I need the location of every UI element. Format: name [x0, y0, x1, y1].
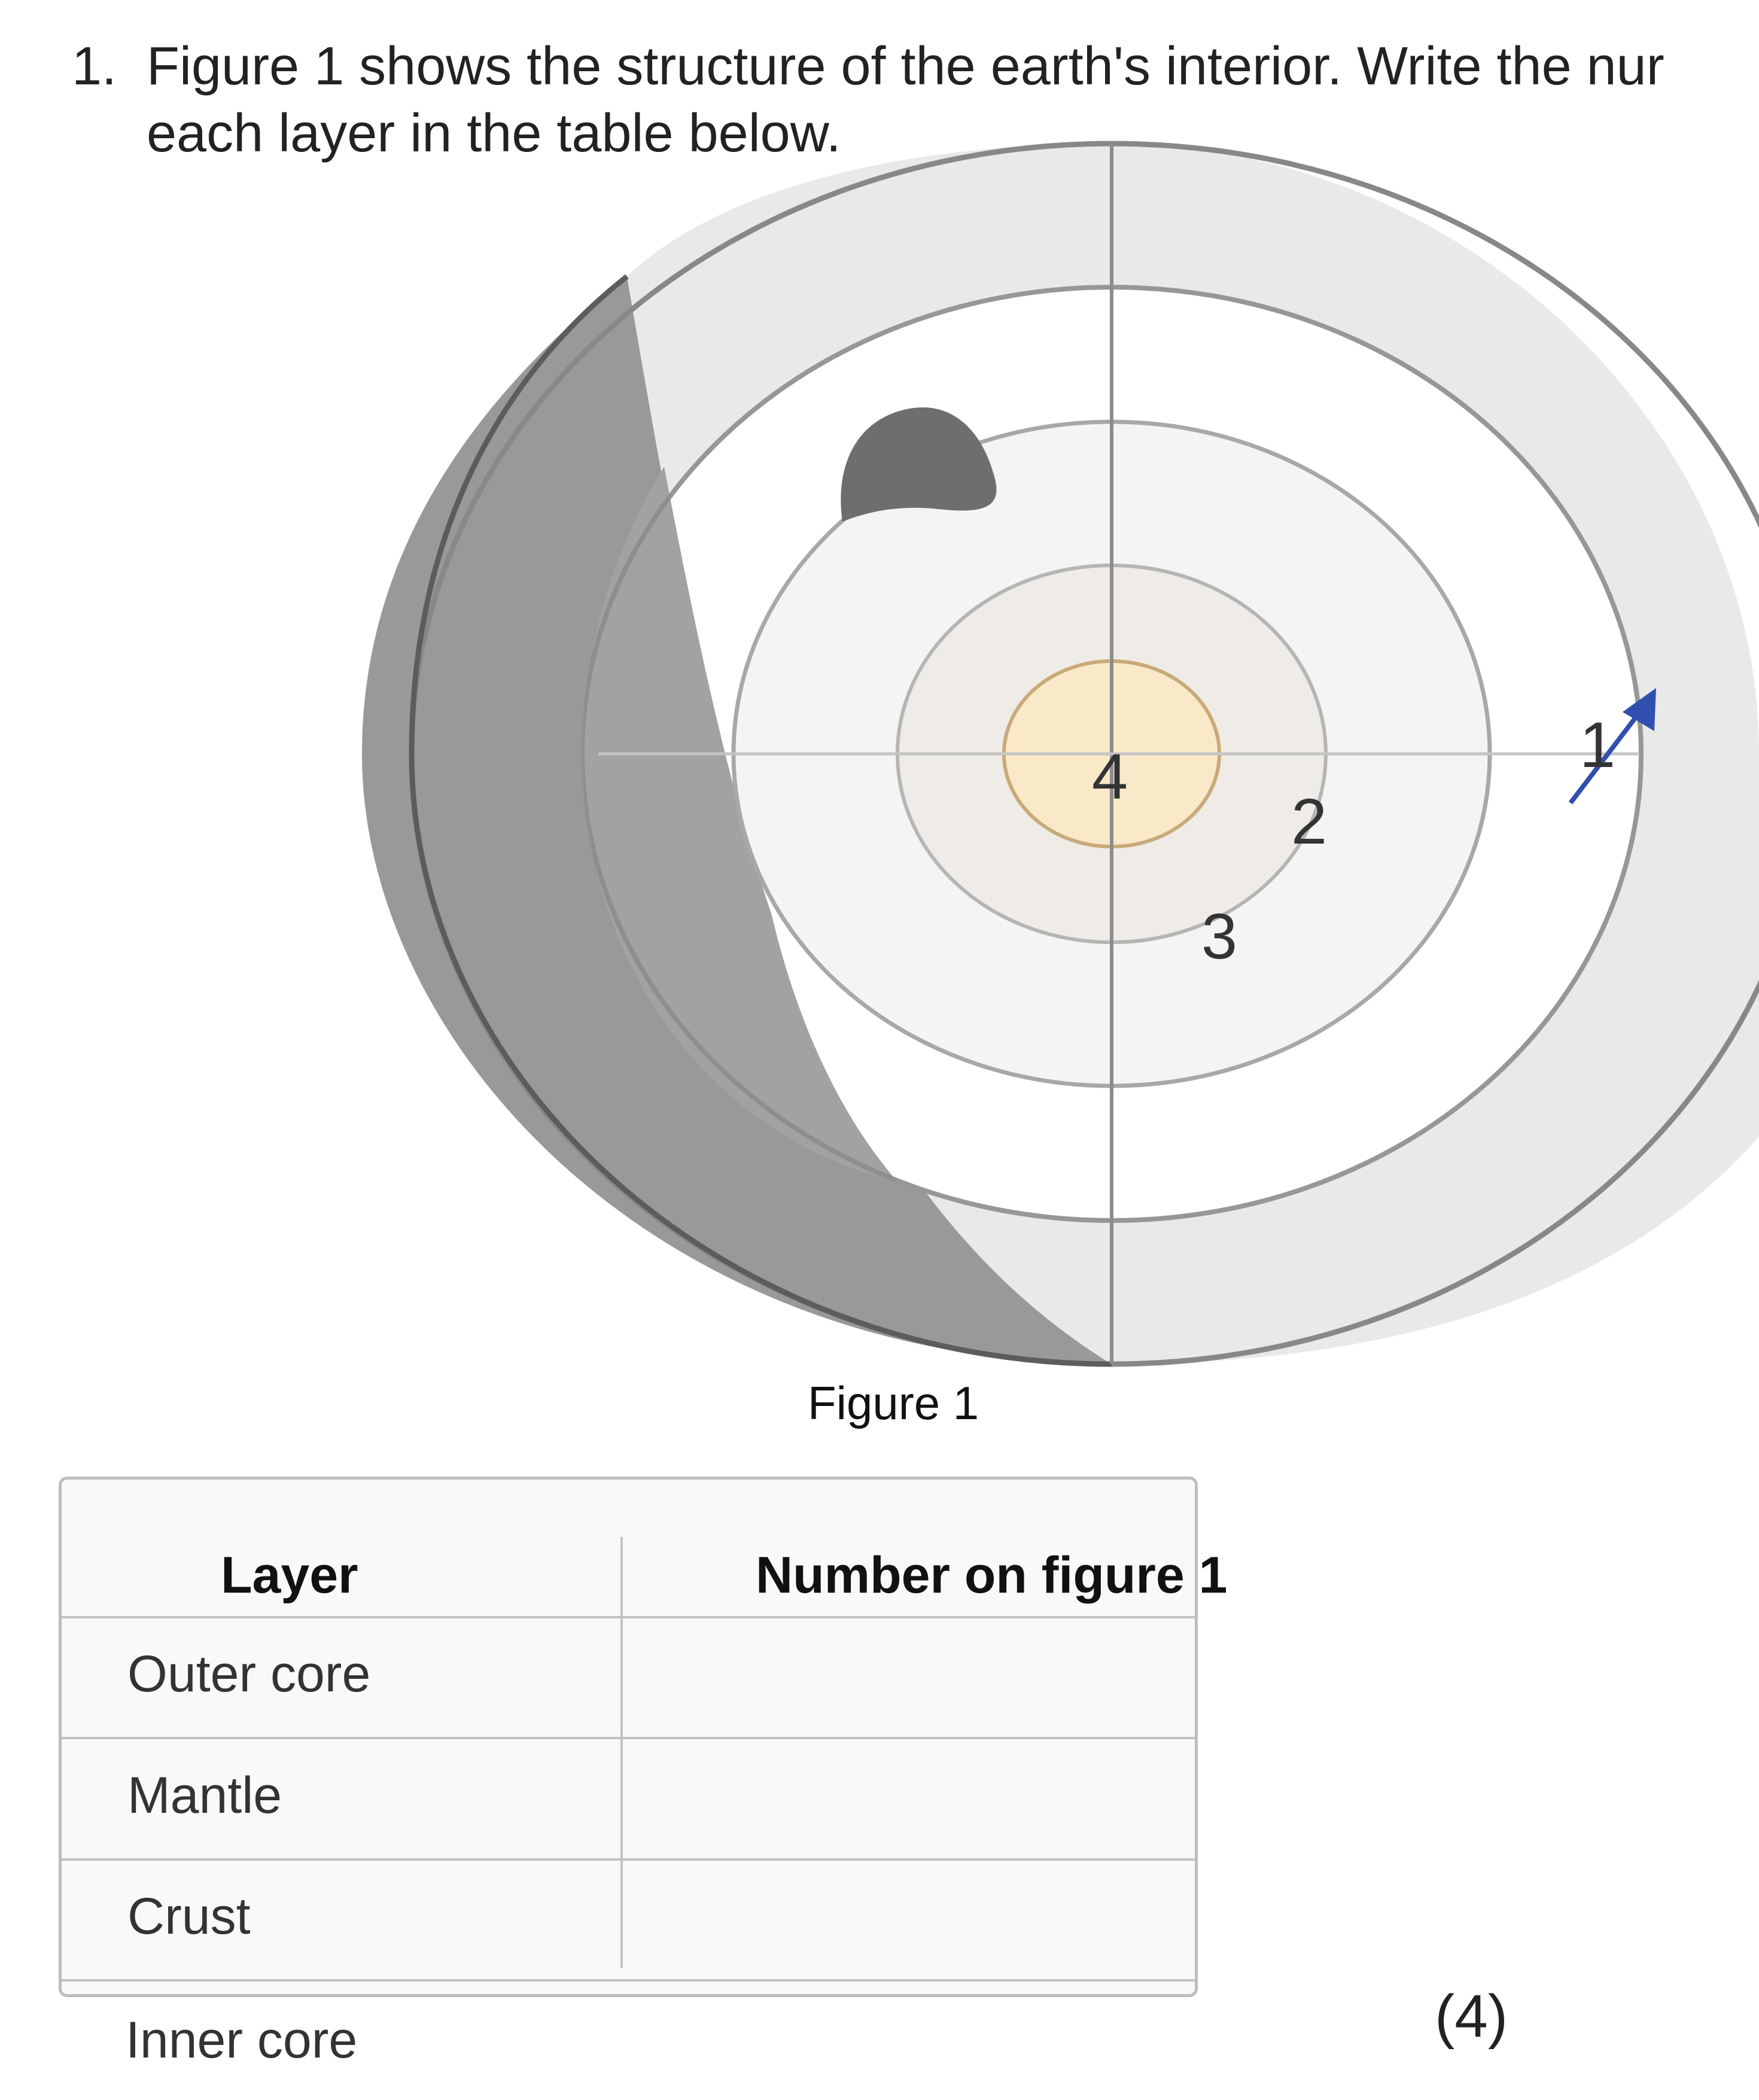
table-row-layer: Outer core — [127, 1645, 371, 1703]
answer-cell-crust[interactable] — [624, 1862, 1192, 1976]
table-row-layer: Crust — [127, 1888, 251, 1945]
answer-table: Layer Number on figure 1 Outer core Mant… — [59, 1477, 1227, 1997]
table-header-number: Number on figure 1 — [756, 1547, 1228, 1604]
answer-cell-mantle[interactable] — [624, 1740, 1192, 1854]
figure-label-4: 4 — [1092, 740, 1128, 812]
table-bottom-divider — [62, 1979, 1195, 1982]
table-row-layer-overflow: Inner core — [126, 2011, 358, 2069]
figure-label-1: 1 — [1580, 708, 1615, 781]
figure-label-2: 2 — [1291, 785, 1327, 857]
table-row-divider — [62, 1858, 1195, 1861]
answer-cell-outer-core[interactable] — [624, 1620, 1192, 1733]
table-header-divider — [62, 1616, 1195, 1618]
table-row-divider — [62, 1737, 1195, 1739]
marks-indicator: (4) — [1435, 1983, 1508, 2050]
figure-caption: Figure 1 — [808, 1377, 979, 1429]
earth-structure-figure: 1 2 3 4 — [362, 141, 1759, 1367]
table-column-divider — [620, 1537, 623, 1968]
table-row-layer: Mantle — [127, 1767, 282, 1824]
figure-label-3: 3 — [1201, 900, 1237, 972]
table-header-layer: Layer — [221, 1547, 358, 1604]
